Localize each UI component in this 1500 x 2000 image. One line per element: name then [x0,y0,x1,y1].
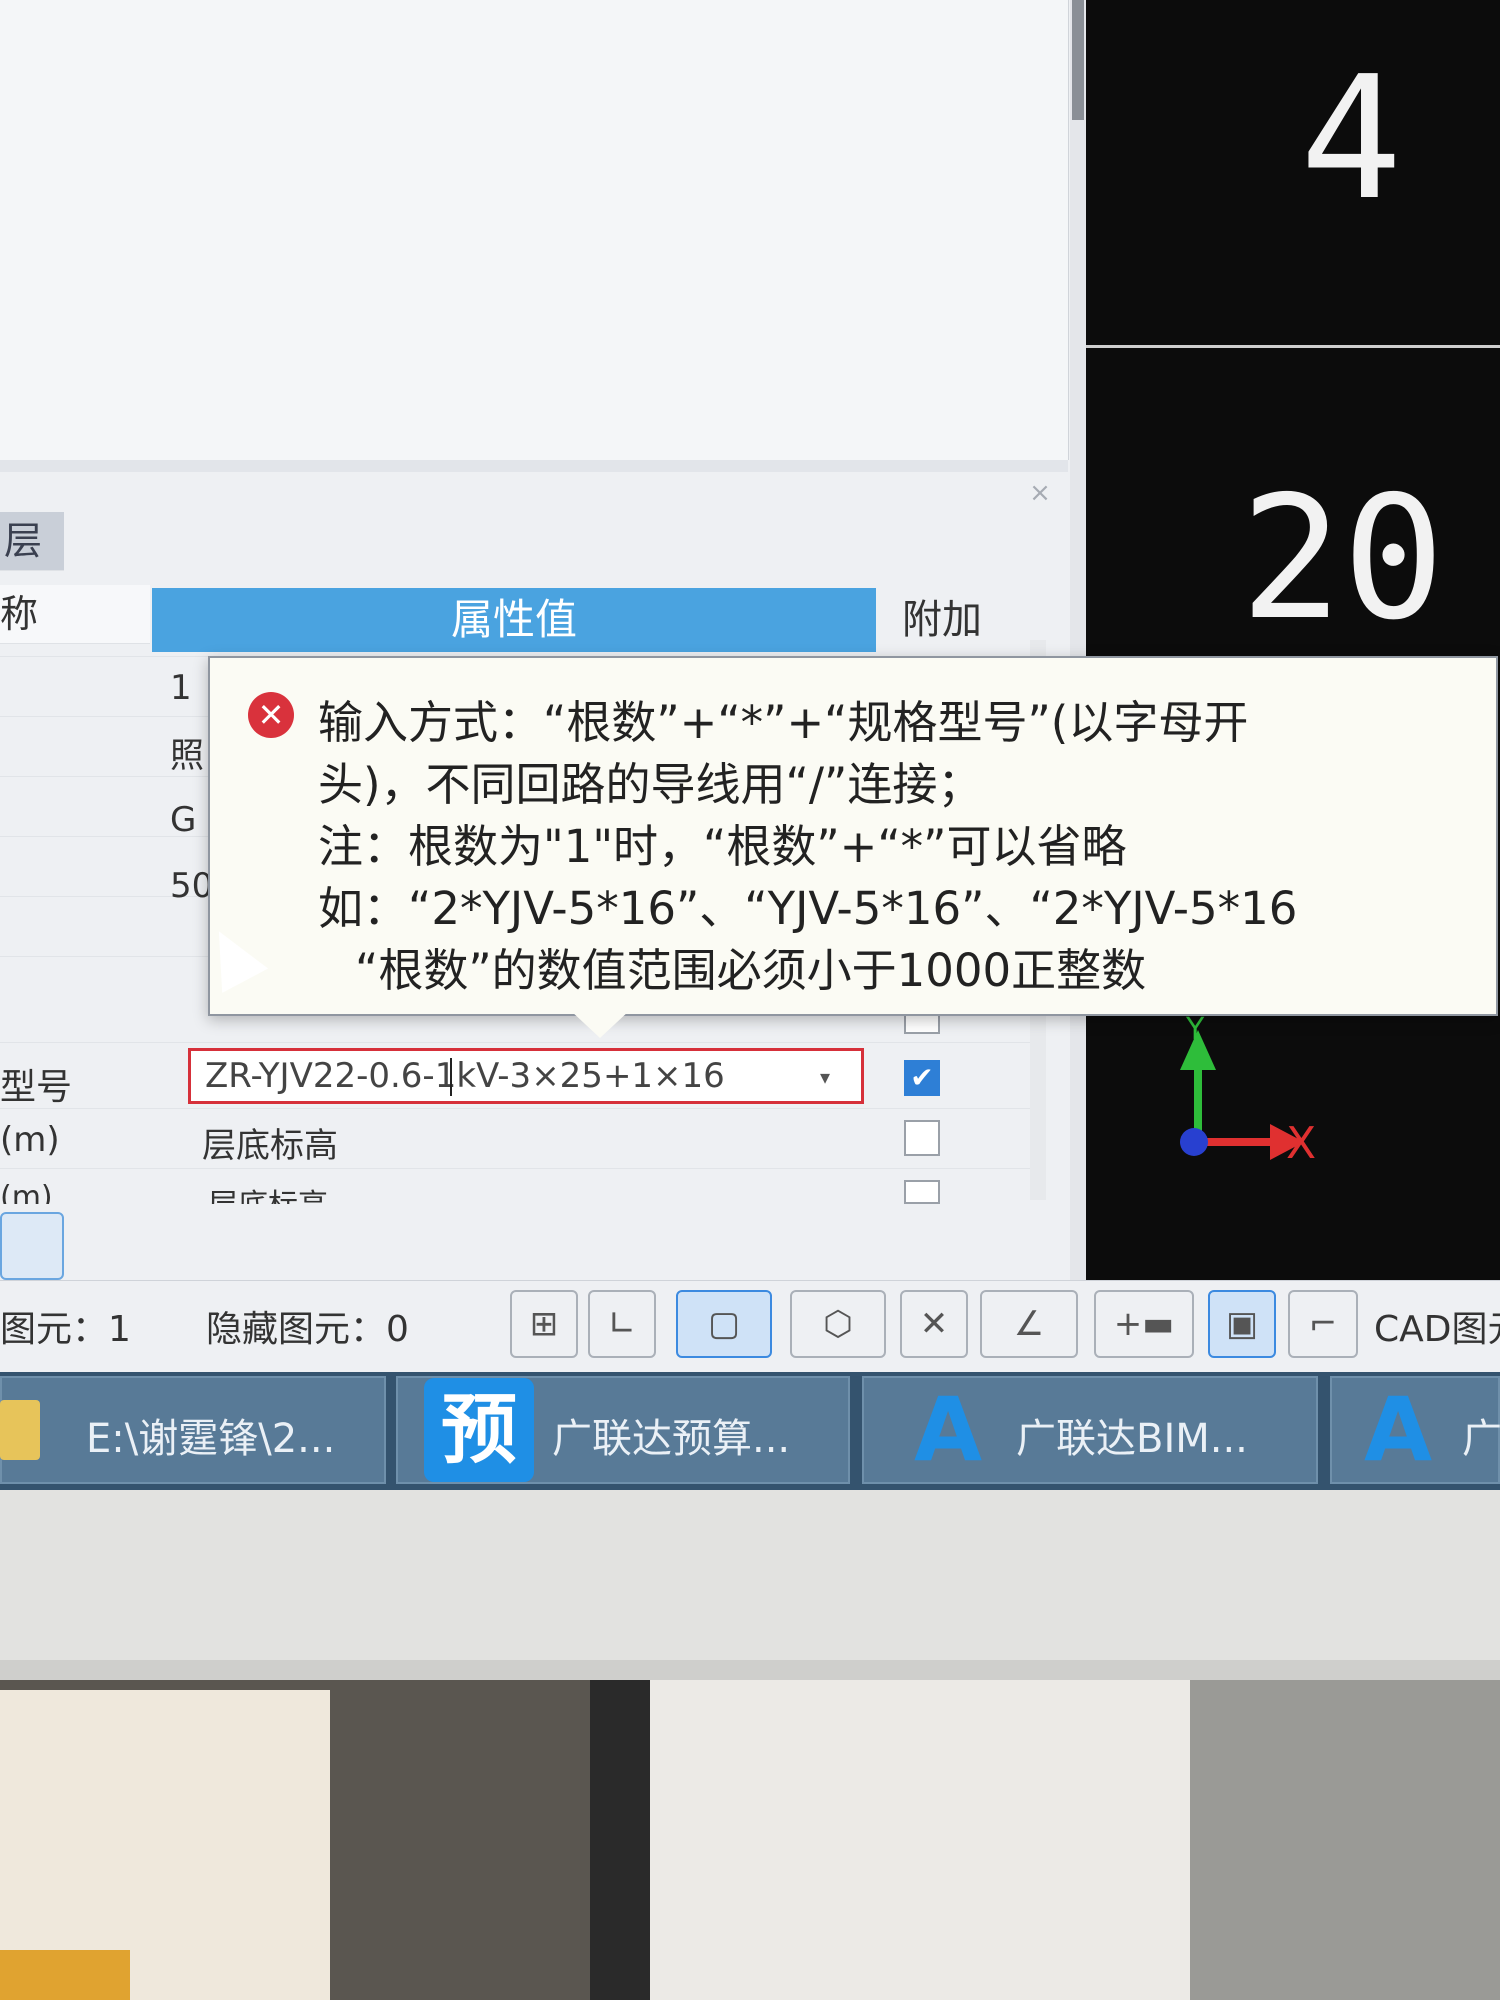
layer-tab[interactable]: 层 [0,512,64,571]
select-box-icon[interactable]: ▢ [676,1290,772,1358]
taskbar-item-label: 广 [1462,1416,1500,1462]
tooltip-text: 头)，不同回路的导线用“/”连接； [318,758,983,811]
vertical-scrollbar[interactable] [1070,0,1086,1280]
orthogonal-icon[interactable]: ∟ [588,1290,656,1358]
drawing-preview-panel [0,0,1069,460]
selected-elements-count: 图元：1 [0,1309,131,1350]
display-icon[interactable]: ▣ [1208,1290,1276,1358]
grid-line [0,1168,1030,1169]
tooltip-text: “根数”的数值范围必须小于1000正整数 [355,944,1147,997]
grid-line [0,1108,1030,1109]
folder-icon [0,1400,40,1460]
text-caret [450,1058,452,1096]
close-panel-icon[interactable]: × [1025,478,1055,508]
spec-model-input[interactable]: ZR-YJV22-0.6-1kV-3×25+1×16 [188,1048,864,1104]
attach-checkbox-checked[interactable]: ✔ [904,1060,940,1096]
grid-line [0,1042,1030,1043]
axis-y-icon [1194,1040,1202,1140]
axis-x-label: X [1286,1118,1317,1169]
tooltip-text: 注：根数为"1"时，“根数”+“*”可以省略 [318,820,1127,873]
panel-divider [0,460,1068,472]
property-value-cell[interactable]: 1 [170,668,192,708]
tooltip-text: 如：“2*YJV-5*16”、“YJV-5*16”、“2*YJV-5*16 [318,882,1298,935]
property-value-cell[interactable]: 照 [170,728,204,777]
glodon-app-icon: A [913,1378,983,1481]
panel-button[interactable] [0,1212,64,1280]
attach-checkbox[interactable] [904,1180,940,1204]
arc-icon[interactable]: ⌐ [1288,1290,1358,1358]
property-name-header: 称 [0,585,150,644]
property-value-cell[interactable]: 50 [170,866,213,906]
cad-dimension-text: 20 [1240,460,1445,658]
tooltip-text: 输入方式：“根数”+“*”+“规格型号”(以字母开 [318,696,1249,749]
cad-elements-label: CAD图元 [1374,1309,1500,1350]
cad-dimension-text: 4 [1300,40,1403,238]
property-value-header: 属性值 [152,588,876,652]
axis-origin-icon [1180,1128,1208,1156]
desk-paper [650,1680,1190,2000]
dimension-icon[interactable]: +▬ [1094,1290,1194,1358]
axis-y-label: Y [1186,1012,1205,1047]
hidden-elements-count: 隐藏图元：0 [206,1309,409,1350]
error-icon: ✕ [248,692,294,738]
budget-app-icon: 预 [424,1378,534,1482]
desk-object [0,1950,130,2000]
3d-view-icon[interactable]: ⬡ [790,1290,886,1358]
chevron-down-icon[interactable]: ▾ [810,1058,840,1096]
grid-select-icon[interactable]: ⊞ [510,1290,578,1358]
angle-icon[interactable]: ∠ [980,1290,1078,1358]
elevation-label: (m) [0,1180,53,1204]
spec-model-label: 型号 [0,1067,73,1108]
taskbar-item-label: 广联达BIM... [1016,1416,1248,1462]
property-value-cell[interactable]: G [170,800,196,840]
cad-drawing-line [1086,345,1500,348]
taskbar-item-label: 广联达预算... [552,1416,791,1462]
glodon-app-icon: A [1363,1378,1433,1481]
desk-object [590,1680,650,2000]
attach-header: 附加 [878,588,1028,652]
scrollbar-thumb[interactable] [1072,0,1084,120]
monitor-bezel-edge [0,1660,1500,1680]
desk-object [1190,1680,1500,2000]
elevation-value[interactable]: 层底标高 [208,1180,328,1204]
axis-x-icon [1200,1138,1280,1146]
monitor-bezel [0,1490,1500,1680]
cross-icon[interactable]: ✕ [900,1290,968,1358]
attach-checkbox[interactable] [904,1120,940,1156]
elevation-label: (m) [0,1120,60,1160]
tooltip-pointer [570,1010,630,1038]
elevation-value[interactable]: 层底标高 [202,1118,338,1167]
taskbar-item-label: E:\谢霆锋\2... [86,1416,336,1462]
